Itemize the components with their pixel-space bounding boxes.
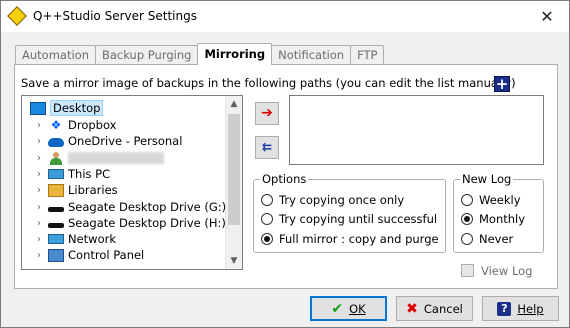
cancel-label: Cancel [423,301,463,316]
options-title: Options [260,172,309,186]
option-never[interactable]: Never [461,232,513,246]
radio-button[interactable] [461,213,473,225]
cancel-button[interactable]: ✖ Cancel [396,296,473,321]
view-log-label: View Log [481,264,533,278]
tree-item-label: Desktop [50,100,104,116]
tab-mirroring[interactable]: Mirroring [197,43,273,65]
radio-button[interactable] [261,194,273,206]
option-copy-once[interactable]: Try copying once only [261,193,404,207]
tree-item-label: OneDrive - Personal [68,134,183,148]
onedrive-icon [48,138,64,147]
help-label: Help [517,301,544,316]
radio-button[interactable] [261,213,273,225]
option-weekly[interactable]: Weekly [461,193,521,207]
qstudio-icon [7,6,27,26]
tree-item-onedrive[interactable]: › OneDrive - Personal [34,133,182,149]
chevron-right-icon[interactable]: › [34,218,44,229]
settings-dialog: Q++Studio Server Settings ✕ Automation B… [0,0,570,328]
chevron-right-icon[interactable]: › [34,136,44,147]
tree-scrollbar[interactable]: ▲ ▼ [225,96,242,269]
chevron-right-icon[interactable]: › [34,202,44,213]
network-icon [48,234,64,244]
option-label: Try copying once only [279,193,405,207]
tree-item-this-pc[interactable]: › This PC [34,166,110,182]
dropbox-icon: ❖ [50,117,62,132]
libraries-icon [48,183,64,197]
tab-automation[interactable]: Automation [15,45,96,65]
computer-icon [48,169,64,179]
options-group: Options Try copying once only Try copyin… [253,172,446,253]
radio-button[interactable] [461,233,473,245]
new-log-title: New Log [460,172,514,186]
instructions-label: Save a mirror image of backups in the fo… [21,76,516,90]
tree-item-desktop[interactable]: Desktop [26,100,104,116]
radio-button[interactable] [261,233,273,245]
help-button[interactable]: ? Help [482,296,559,321]
folder-tree[interactable]: Desktop › ❖ Dropbox › OneDrive - Persona… [21,95,243,270]
tab-ftp[interactable]: FTP [350,45,385,65]
tree-item-label: Network [68,232,117,246]
new-log-group: New Log Weekly Monthly Never [453,172,544,253]
close-icon[interactable]: ✕ [535,6,559,28]
option-label: Weekly [479,193,521,207]
tree-item-label: Libraries [68,183,118,197]
radio-button[interactable] [461,194,473,206]
title-bar: Q++Studio Server Settings ✕ [1,1,569,32]
chevron-right-icon[interactable]: › [34,250,44,261]
remove-path-button[interactable]: ⇇ [255,136,279,159]
help-icon: ? [497,301,512,316]
desktop-icon [30,101,46,115]
tree-item-user[interactable]: › [34,150,164,166]
tree-item-dropbox[interactable]: › ❖ Dropbox [34,117,116,133]
ok-label: OK [349,301,366,316]
x-icon: ✖ [406,300,418,317]
tree-item-drive-g[interactable]: › Seagate Desktop Drive (G:) [34,199,226,215]
option-label: Monthly [479,212,526,226]
redacted-username [68,152,164,164]
tree-item-label: This PC [68,167,111,181]
tree-item-control-panel[interactable]: › Control Panel [34,247,144,263]
ok-button[interactable]: ✔ OK [310,296,387,321]
tree-item-libraries[interactable]: › Libraries [34,182,118,198]
user-icon [48,151,64,165]
tree-item-network[interactable]: › Network [34,231,116,247]
scroll-thumb[interactable] [228,114,240,225]
control-panel-icon [48,248,64,262]
option-monthly[interactable]: Monthly [461,212,525,226]
option-label: Try copying until successful [279,212,438,226]
chevron-right-icon[interactable]: › [34,153,44,164]
chevron-right-icon[interactable]: › [34,185,44,196]
option-label: Full mirror : copy and purge [279,232,439,246]
drive-icon [48,206,64,212]
window-title: Q++Studio Server Settings [33,9,197,23]
drive-icon [48,222,64,228]
tree-item-label: Seagate Desktop Drive (H:) [68,216,226,230]
chevron-right-icon[interactable]: › [34,234,44,245]
scroll-up-icon[interactable]: ▲ [226,96,242,112]
check-icon: ✔ [331,300,344,317]
view-log-checkbox[interactable] [461,264,474,277]
tab-backup-purging[interactable]: Backup Purging [94,45,199,65]
chevron-right-icon[interactable]: › [34,120,44,131]
tree-item-label: Seagate Desktop Drive (G:) [68,200,227,214]
mirror-paths-list[interactable] [289,95,544,165]
add-to-paths-button[interactable]: ➔ [255,102,279,125]
tab-notification[interactable]: Notification [271,45,352,65]
chevron-right-icon[interactable]: › [34,169,44,180]
tab-strip: Automation Backup Purging Mirroring Noti… [15,43,385,65]
option-copy-until-success[interactable]: Try copying until successful [261,212,437,226]
add-path-button[interactable]: + [494,76,510,92]
option-label: Never [479,232,514,246]
tree-item-label: Dropbox [68,118,117,132]
scroll-down-icon[interactable]: ▼ [226,253,242,269]
tree-item-label: Control Panel [68,248,145,262]
tree-item-drive-h[interactable]: › Seagate Desktop Drive (H:) [34,215,226,231]
option-full-mirror[interactable]: Full mirror : copy and purge [261,232,439,246]
